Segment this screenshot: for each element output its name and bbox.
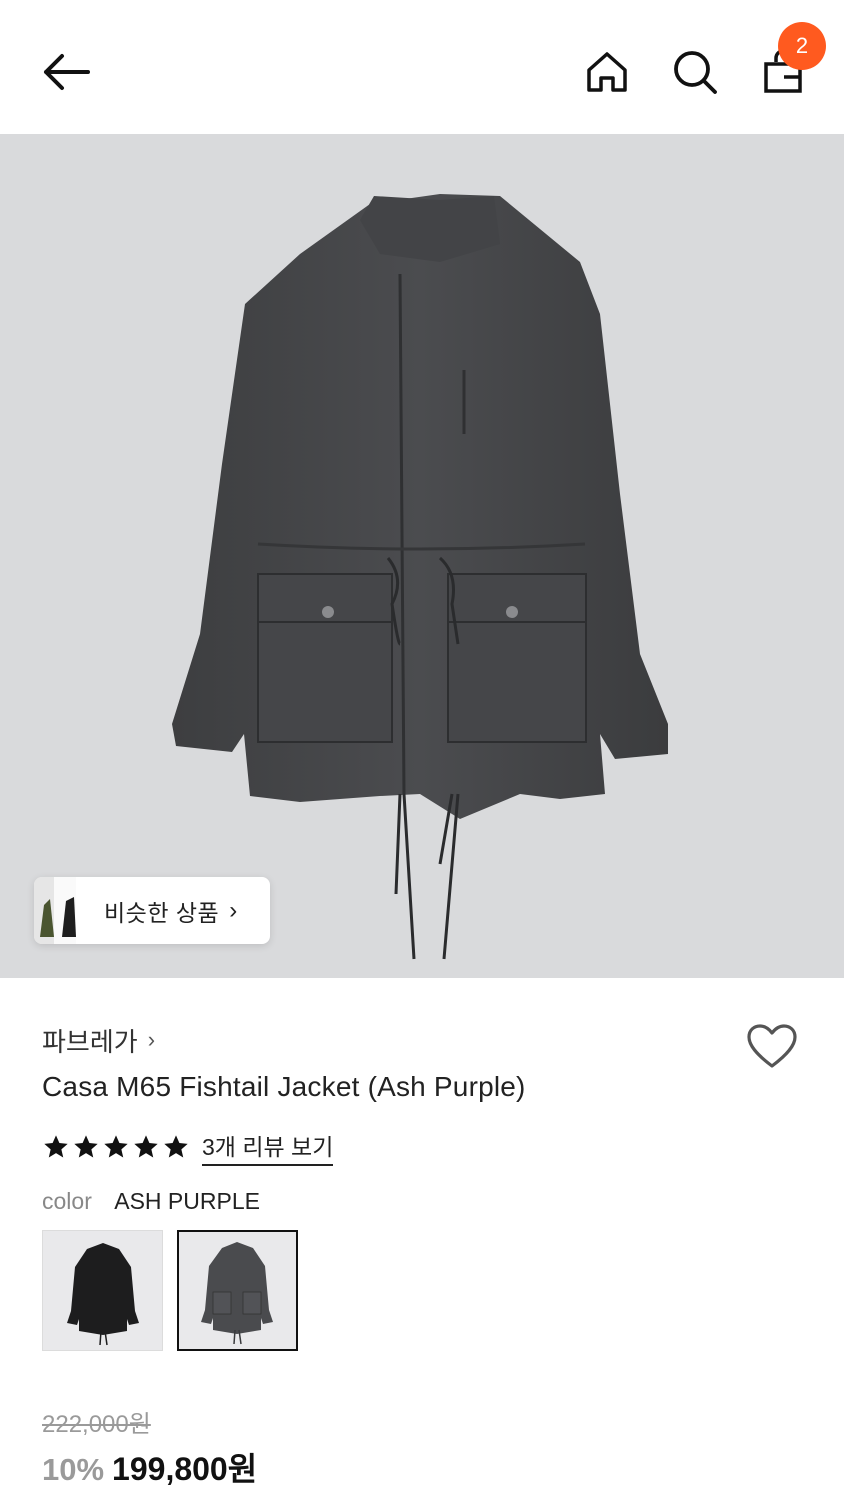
color-swatch-ash-purple[interactable] [177,1230,298,1351]
star-icon [104,1135,128,1158]
top-nav-bar: 2 [0,0,844,134]
star-icon [134,1135,158,1158]
star-icon [44,1135,68,1158]
star-icon [74,1135,98,1158]
similar-products-label: 비슷한 상품 [104,899,220,926]
jacket-thumbnail-icon [34,877,76,944]
cart-count-badge: 2 [778,22,826,70]
arrow-left-icon [44,54,90,90]
home-button[interactable] [576,40,638,104]
search-icon [674,51,717,94]
brand-link[interactable]: 파브레가 › [42,1020,155,1060]
color-swatch-black[interactable] [42,1230,163,1351]
rating-stars [42,1133,190,1161]
chevron-right-icon: › [229,896,238,924]
product-image[interactable] [0,134,844,978]
ash-purple-jacket-thumbnail [179,1232,296,1349]
heart-outline-icon [747,1024,797,1068]
similar-products-button[interactable]: 비슷한 상품 › [34,877,270,944]
rating-row: 3개 리뷰 보기 [42,1128,334,1166]
search-button[interactable] [664,40,726,104]
discount-rate: 10% [42,1452,105,1487]
similar-products-thumbnail [34,877,76,944]
original-price: 222,000원 [42,1411,151,1438]
view-reviews-link[interactable]: 3개 리뷰 보기 [202,1128,334,1166]
home-icon [587,52,627,92]
color-key: color [42,1188,92,1214]
chevron-right-icon: › [147,1027,156,1052]
color-selector-label: color ASH PURPLE [42,1188,260,1215]
brand-name: 파브레가 [42,1026,138,1057]
selected-color: ASH PURPLE [114,1188,260,1214]
star-icon [164,1135,188,1158]
price-row: 10% 199,800원 [42,1444,257,1490]
black-jacket-thumbnail [43,1231,162,1350]
back-button[interactable] [30,40,102,104]
product-title: Casa M65 Fishtail Jacket (Ash Purple) [42,1071,526,1102]
wishlist-button[interactable] [740,1016,804,1076]
sale-price: 199,800원 [112,1451,258,1487]
jacket-photo [172,194,668,960]
